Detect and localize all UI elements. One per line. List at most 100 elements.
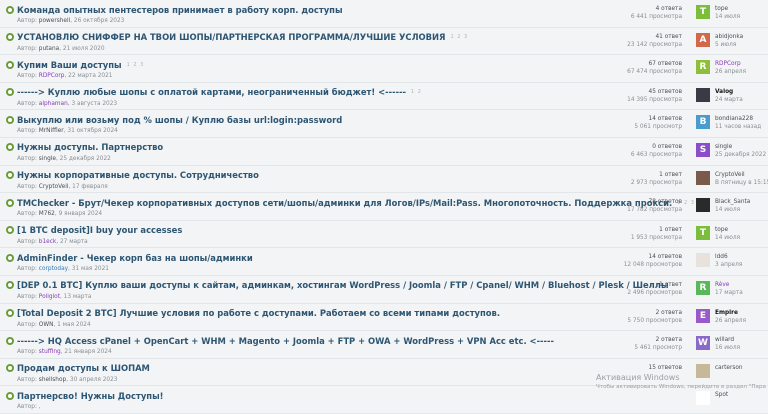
last-post-date[interactable]: 14 июля — [715, 13, 740, 21]
last-post-date[interactable]: 14 июля — [715, 234, 740, 242]
thread-title-link[interactable]: [Total Deposit 2 BTC] Лучшие условия по … — [17, 308, 500, 318]
last-post-user[interactable]: Rève — [715, 281, 743, 289]
author-link[interactable]: Poliglot — [39, 294, 60, 300]
avatar[interactable]: W — [696, 336, 710, 351]
avatar[interactable]: T — [696, 225, 710, 240]
thread-title-link[interactable]: [DEP 0.1 BTC] Куплю ваши доступы к сайта… — [17, 280, 669, 290]
sticky-pin-icon — [6, 5, 14, 14]
last-post-user[interactable]: tope — [715, 5, 740, 13]
last-post-date[interactable]: 3 апреля — [715, 261, 742, 269]
author-prefix: Автор: — [17, 128, 37, 135]
thread-title-link[interactable]: Выкуплю или возьму под % шопы / Куплю ба… — [17, 115, 342, 125]
last-post-date[interactable]: 16 июля — [715, 344, 740, 352]
thread-row[interactable]: Партнерсво! Нужны Доступы! Автор: , S Sp… — [0, 386, 768, 414]
thread-row[interactable]: [1 BTC deposit]I buy your accesses Автор… — [0, 221, 768, 249]
thread-title-link[interactable]: УСТАНОВЛЮ СНИФФЕР НА ТВОИ ШОПЫ/ПАРТНЕРСК… — [17, 32, 446, 42]
avatar[interactable]: R — [696, 60, 710, 75]
avatar[interactable]: R — [696, 280, 710, 295]
thread-row[interactable]: [Total Deposit 2 BTC] Лучшие условия по … — [0, 304, 768, 332]
author-link[interactable]: stuffing — [39, 349, 61, 355]
thread-row[interactable]: ------> HQ Access cPanel + OpenCart + WH… — [0, 331, 768, 359]
thread-row[interactable]: Команда опытных пентестеров принимает в … — [0, 0, 768, 28]
last-post-user[interactable]: tope — [715, 226, 740, 234]
last-post-date[interactable]: 17 марта — [715, 289, 743, 297]
last-post-user[interactable]: abidjonka — [715, 33, 743, 41]
avatar[interactable] — [696, 253, 710, 268]
author-link[interactable]: RDPCorp — [39, 73, 65, 79]
page-links[interactable]: 1 2 — [411, 89, 422, 95]
sticky-pin-icon — [6, 143, 14, 152]
author-link[interactable]: shellshop — [39, 377, 66, 383]
last-post-date[interactable]: В пятницу в 15:15 — [715, 179, 768, 187]
page-links[interactable]: 1 2 3 — [127, 62, 145, 68]
thread-row[interactable]: Купим Ваши доступы 1 2 3 Автор: RDPCorp,… — [0, 55, 768, 83]
thread-title-link[interactable]: Команда опытных пентестеров принимает в … — [17, 5, 343, 15]
avatar[interactable] — [696, 170, 710, 185]
last-post-user[interactable]: bondiana228 — [715, 115, 761, 123]
last-post-user[interactable]: willard — [715, 336, 740, 344]
author-link[interactable]: CryptoVeil — [39, 184, 69, 190]
page-links[interactable]: 1 2 3 — [451, 34, 469, 40]
thread-title-link[interactable]: AdminFinder - Чекер корп баз на шопы/адм… — [17, 253, 253, 263]
thread-row[interactable]: AdminFinder - Чекер корп баз на шопы/адм… — [0, 248, 768, 276]
thread-meta: Автор: CryptoVeil, 17 февраля — [17, 184, 264, 190]
last-post-user[interactable]: ldd6 — [715, 253, 742, 261]
thread-title-link[interactable]: TMChecker - Брут/Чекер корпоративных дос… — [17, 198, 672, 208]
thread-title-link[interactable]: ------> Куплю любые шопы с оплатой карта… — [17, 87, 406, 97]
thread-date: 25 декабря 2022 — [59, 155, 111, 162]
sticky-pin-icon — [6, 33, 14, 42]
author-link[interactable]: powershell — [39, 18, 70, 24]
thread-main: TMChecker - Брут/Чекер корпоративных дос… — [6, 196, 695, 217]
last-post-date[interactable]: 26 апреля — [715, 68, 746, 76]
thread-row[interactable]: Нужны корпоративные доступы. Сотрудничес… — [0, 166, 768, 194]
last-post-user[interactable]: carterson — [715, 364, 743, 372]
last-post-user[interactable]: Valog — [715, 88, 743, 96]
avatar[interactable] — [696, 198, 710, 213]
last-post-user[interactable]: CryptoVeil — [715, 171, 768, 179]
thread-title-link[interactable]: Нужны корпоративные доступы. Сотрудничес… — [17, 170, 259, 180]
avatar[interactable] — [696, 87, 710, 102]
author-link[interactable]: corptoday — [39, 266, 68, 272]
author-link[interactable]: single — [39, 156, 56, 162]
thread-row[interactable]: УСТАНОВЛЮ СНИФФЕР НА ТВОИ ШОПЫ/ПАРТНЕРСК… — [0, 28, 768, 56]
thread-title-link[interactable]: ------> HQ Access cPanel + OpenCart + WH… — [17, 336, 554, 346]
last-post-date[interactable]: 25 декабря 2022 — [715, 151, 766, 159]
author-prefix: Автор: — [17, 45, 37, 52]
avatar[interactable]: E — [696, 308, 710, 323]
avatar[interactable]: T — [696, 5, 710, 19]
last-post-user[interactable]: Black_Santa — [715, 198, 750, 206]
avatar[interactable]: S — [696, 391, 710, 406]
last-post-date[interactable]: 5 июля — [715, 41, 743, 49]
last-post-date[interactable]: 14 июля — [715, 206, 750, 214]
last-post-user[interactable]: RDPCorp — [715, 60, 746, 68]
thread-row[interactable]: [DEP 0.1 BTC] Куплю ваши доступы к сайта… — [0, 276, 768, 304]
last-post-user[interactable]: Spot — [715, 391, 728, 399]
thread-main: Нужны корпоративные доступы. Сотрудничес… — [6, 169, 264, 190]
last-post-user[interactable]: single — [715, 143, 766, 151]
avatar[interactable]: B — [696, 115, 710, 130]
author-link[interactable]: b1eck — [39, 239, 56, 245]
last-post-user[interactable]: Empire — [715, 309, 746, 317]
thread-title-link[interactable]: Продам доступы к ШОПАМ — [17, 363, 150, 373]
last-post-date[interactable]: 11 часов назад — [715, 123, 761, 131]
thread-list: Команда опытных пентестеров принимает в … — [0, 0, 768, 414]
author-link[interactable]: putana — [39, 46, 59, 52]
last-post-date[interactable]: 24 марта — [715, 96, 743, 104]
thread-title-link[interactable]: Партнерсво! Нужны Доступы! — [17, 391, 163, 401]
thread-row[interactable]: Нужны доступы. Партнерство Автор: single… — [0, 138, 768, 166]
thread-row[interactable]: TMChecker - Брут/Чекер корпоративных дос… — [0, 193, 768, 221]
thread-title-link[interactable]: Купим Ваши доступы — [17, 60, 122, 70]
author-link[interactable]: MrNiffler — [39, 128, 64, 134]
thread-title-link[interactable]: [1 BTC deposit]I buy your accesses — [17, 225, 182, 235]
thread-row[interactable]: Выкуплю или возьму под % шопы / Куплю ба… — [0, 110, 768, 138]
last-post: Rève 17 марта — [715, 281, 743, 297]
last-post-date[interactable]: 26 апреля — [715, 317, 746, 325]
avatar[interactable]: S — [696, 142, 710, 157]
author-link[interactable]: M762 — [39, 211, 55, 217]
thread-title-link[interactable]: Нужны доступы. Партнерство — [17, 142, 163, 152]
thread-meta: Автор: b1eck, 27 марта — [17, 239, 187, 245]
author-link[interactable]: OWN — [39, 322, 54, 328]
avatar[interactable]: A — [696, 32, 710, 47]
author-link[interactable]: alphaman — [39, 101, 68, 107]
thread-row[interactable]: ------> Куплю любые шопы с оплатой карта… — [0, 83, 768, 111]
